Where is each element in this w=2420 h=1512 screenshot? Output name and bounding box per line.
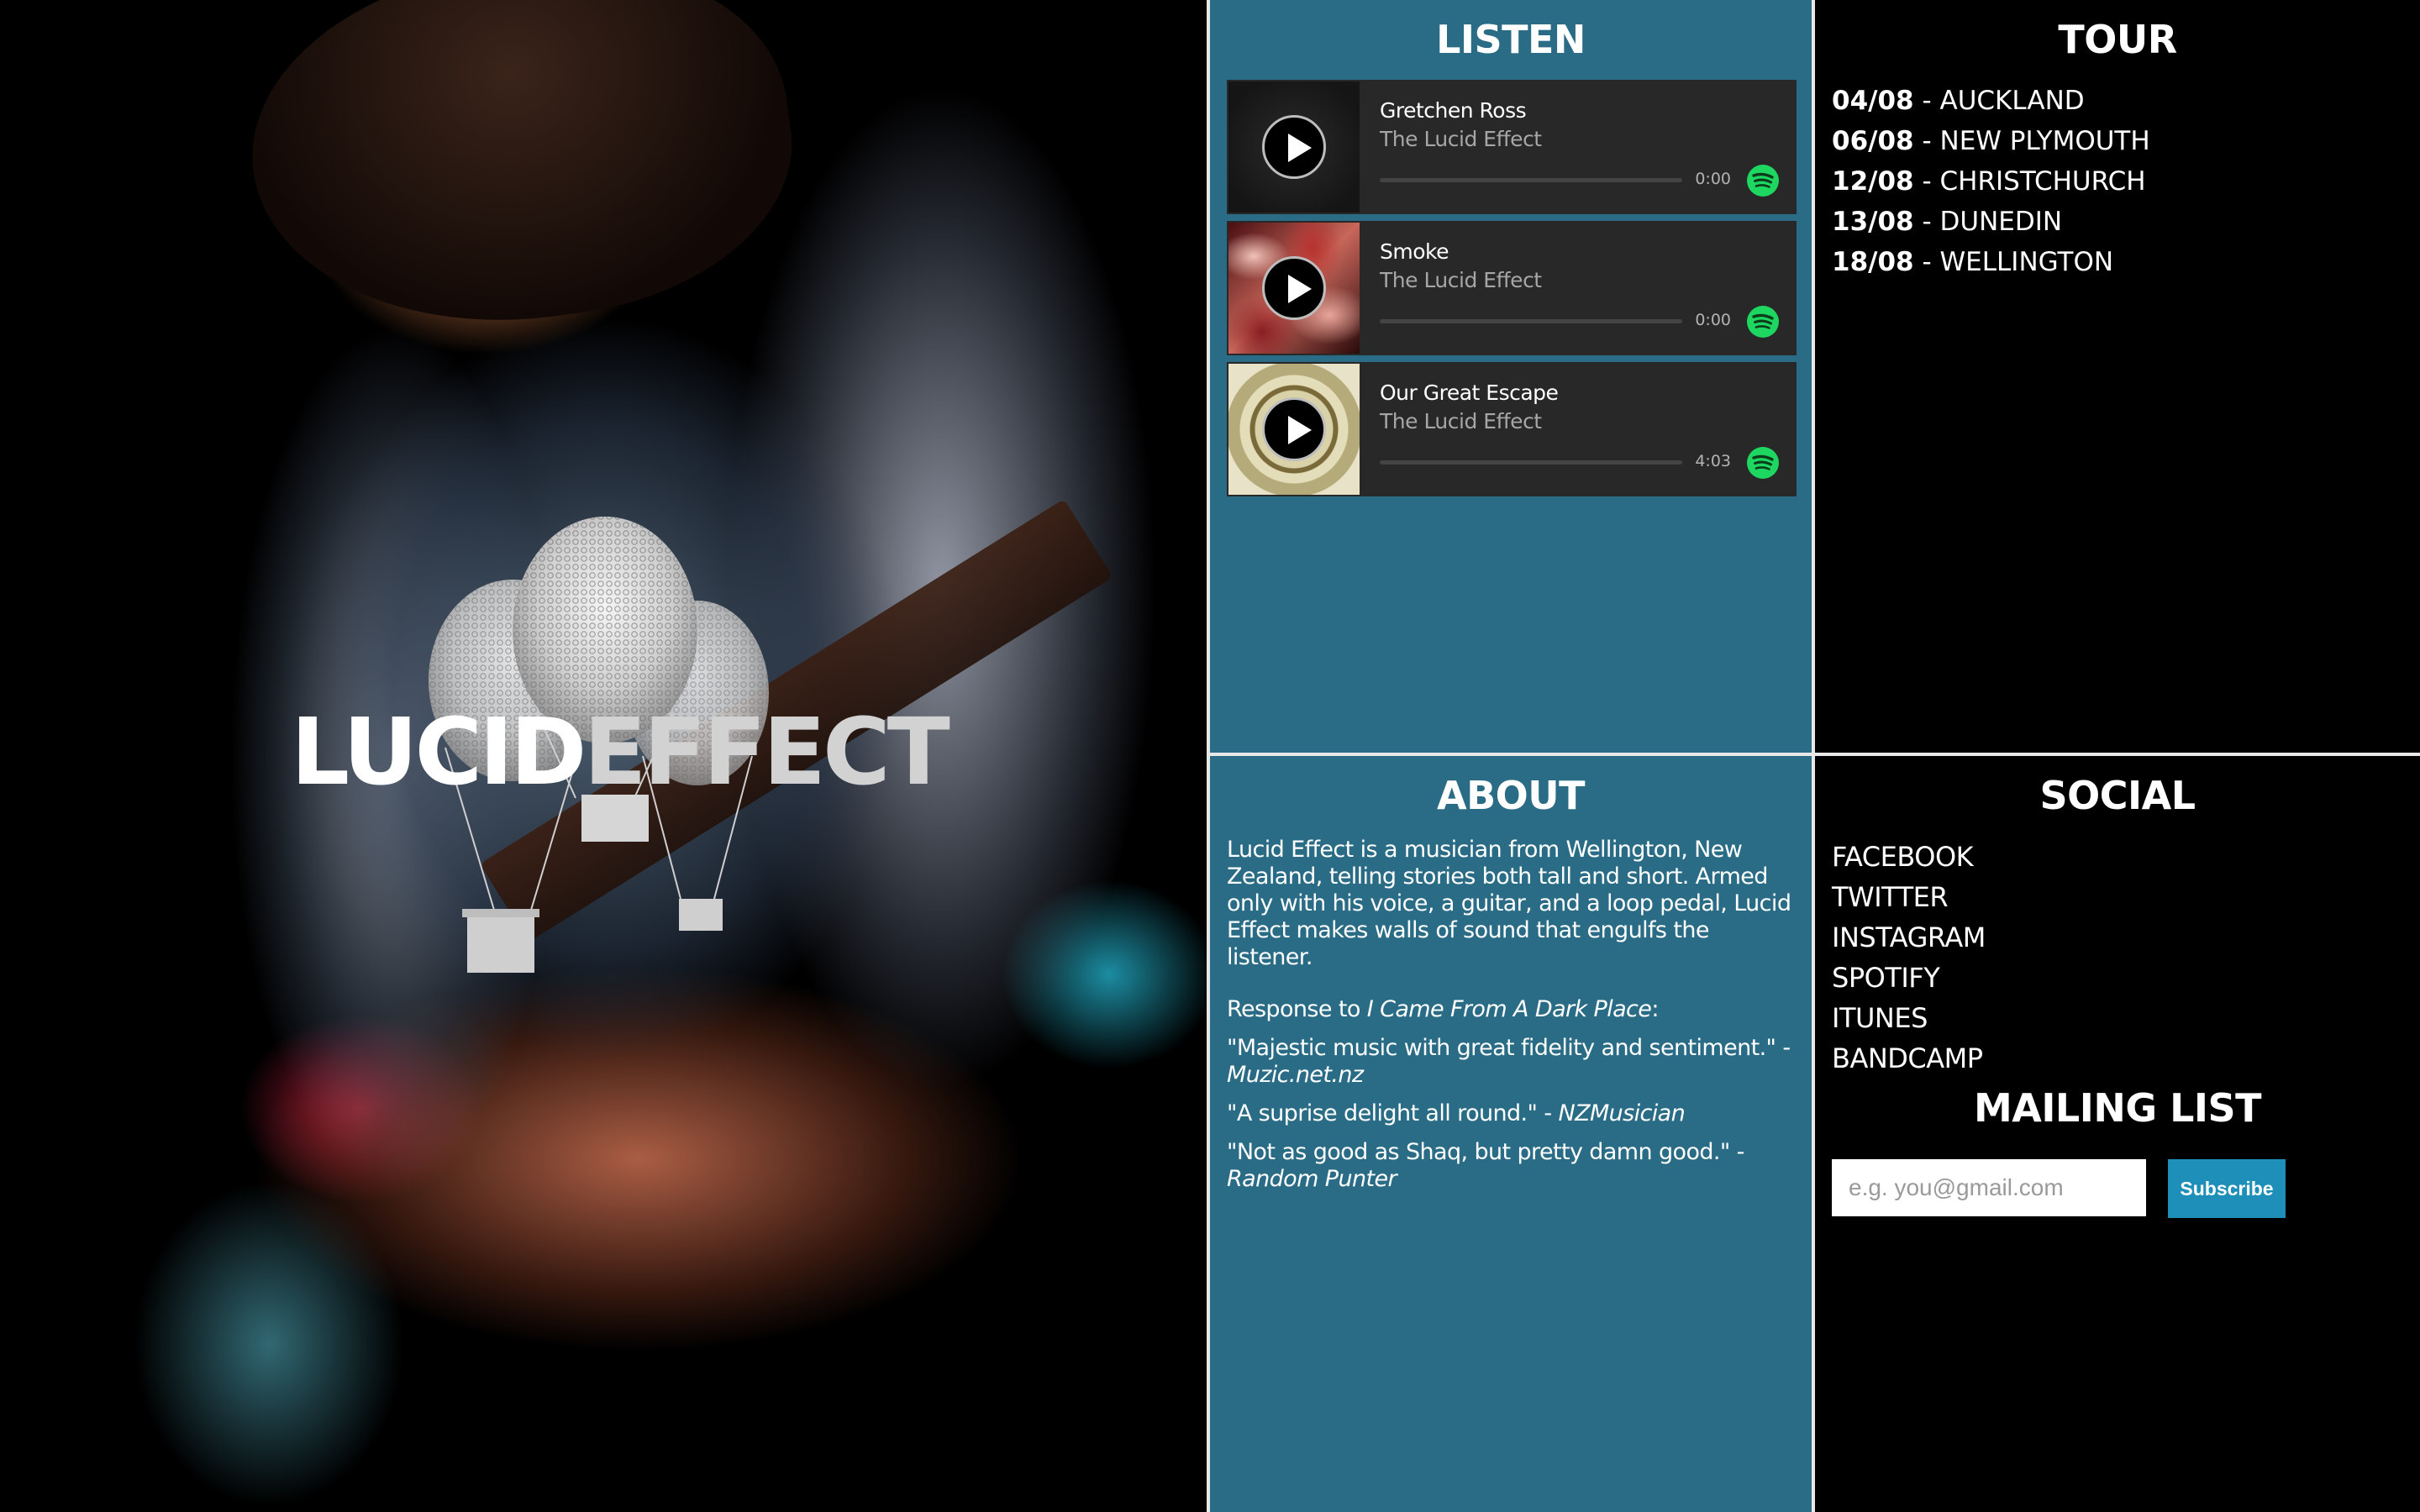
track-artist: The Lucid Effect (1380, 127, 1542, 151)
tour-city: WELLINGTON (1939, 247, 2114, 277)
quote-source: NZMusician (1558, 1100, 1686, 1126)
play-button[interactable] (1262, 256, 1326, 320)
track-time: 0:00 (1695, 311, 1731, 329)
tour-separator: - (1913, 166, 1940, 197)
tour-separator: - (1913, 247, 1940, 277)
tour-separator: - (1913, 207, 1940, 237)
quote-source: Random Punter (1227, 1166, 1397, 1192)
hero-photo-hair (229, 0, 813, 355)
progress-bar[interactable] (1380, 178, 1682, 182)
tour-city: AUCKLAND (1939, 86, 2085, 116)
review-quote: "A suprise delight all round." - NZMusic… (1227, 1100, 1798, 1127)
track-name: Our Great Escape (1380, 381, 1559, 405)
social-link-itunes[interactable]: ITUNES (1832, 998, 1986, 1038)
social-panel: SOCIAL FACEBOOK TWITTER INSTAGRAM SPOTIF… (1815, 756, 2420, 1512)
logo-effect-text: EFFECT (583, 698, 950, 806)
tour-item: 06/08 - NEW PLYMOUTH (1832, 121, 2150, 161)
about-panel: ABOUT Lucid Effect is a musician from We… (1210, 756, 1812, 1512)
spotify-icon[interactable] (1746, 164, 1780, 197)
listen-title: LISTEN (1436, 17, 1586, 62)
track-name: Gretchen Ross (1380, 98, 1527, 123)
play-button[interactable] (1262, 397, 1326, 461)
panel-divider (1210, 753, 2420, 756)
page: LUCIDEFFECT LISTEN Gretchen Ross The Luc… (0, 0, 2420, 1512)
tour-list: 04/08 - AUCKLAND 06/08 - NEW PLYMOUTH 12… (1832, 81, 2150, 282)
tour-city: NEW PLYMOUTH (1939, 126, 2150, 156)
review-quote: "Majestic music with great fidelity and … (1227, 1035, 1798, 1089)
social-links: FACEBOOK TWITTER INSTAGRAM SPOTIFY ITUNE… (1832, 837, 1986, 1079)
about-body: Lucid Effect is a musician from Wellingt… (1227, 837, 1798, 1205)
tour-date: 04/08 (1832, 86, 1914, 116)
social-link-twitter[interactable]: TWITTER (1832, 877, 1986, 917)
subscribe-button[interactable]: Subscribe (2168, 1159, 2286, 1218)
track-list: Gretchen Ross The Lucid Effect 0:00 Smok… (1227, 80, 1797, 503)
response-prefix: Response to (1227, 996, 1367, 1022)
logo-lucid-text: LUCID (291, 698, 587, 806)
tour-date: 13/08 (1832, 207, 1914, 237)
track-player: Our Great Escape The Lucid Effect 4:03 (1227, 362, 1797, 496)
tour-separator: - (1913, 86, 1940, 116)
site-logo[interactable]: LUCIDEFFECT (291, 706, 950, 798)
track-time: 0:00 (1695, 170, 1731, 188)
response-album: I Came From A Dark Place (1366, 996, 1652, 1022)
email-field[interactable] (1832, 1159, 2146, 1216)
track-name: Smoke (1380, 239, 1449, 264)
social-link-instagram[interactable]: INSTAGRAM (1832, 917, 1986, 958)
social-link-facebook[interactable]: FACEBOOK (1832, 837, 1986, 877)
progress-bar[interactable] (1380, 460, 1682, 465)
about-response-line: Response to I Came From A Dark Place: (1227, 996, 1798, 1023)
social-title: SOCIAL (2039, 773, 2196, 818)
progress-bar[interactable] (1380, 319, 1682, 323)
tour-item: 18/08 - WELLINGTON (1832, 242, 2150, 282)
tour-panel: TOUR 04/08 - AUCKLAND 06/08 - NEW PLYMOU… (1815, 0, 2420, 753)
quote-text: "Not as good as Shaq, but pretty damn go… (1227, 1139, 1744, 1165)
track-artist: The Lucid Effect (1380, 409, 1542, 433)
tour-date: 18/08 (1832, 247, 1914, 277)
social-link-bandcamp[interactable]: BANDCAMP (1832, 1038, 1986, 1079)
tour-item: 13/08 - DUNEDIN (1832, 202, 2150, 242)
tour-title: TOUR (2058, 17, 2177, 62)
quote-text: "Majestic music with great fidelity and … (1227, 1035, 1791, 1061)
spotify-icon[interactable] (1746, 305, 1780, 339)
tour-item: 12/08 - CHRISTCHURCH (1832, 161, 2150, 202)
hero-photo: LUCIDEFFECT (0, 0, 1207, 1512)
panel-divider (1207, 0, 1210, 1512)
spotify-icon[interactable] (1746, 446, 1780, 480)
review-quote: "Not as good as Shaq, but pretty damn go… (1227, 1139, 1798, 1193)
about-intro: Lucid Effect is a musician from Wellingt… (1227, 837, 1791, 970)
track-artist: The Lucid Effect (1380, 268, 1542, 292)
track-player: Smoke The Lucid Effect 0:00 (1227, 221, 1797, 355)
quote-source: Muzic.net.nz (1227, 1062, 1364, 1088)
response-suffix: : (1651, 996, 1659, 1022)
mailing-list-title: MAILING LIST (1973, 1085, 2262, 1131)
about-title: ABOUT (1437, 773, 1586, 818)
tour-city: DUNEDIN (1939, 207, 2063, 237)
tour-separator: - (1913, 126, 1940, 156)
quote-text: "A suprise delight all round." - (1227, 1100, 1559, 1126)
tour-date: 06/08 (1832, 126, 1914, 156)
panel-divider (1812, 0, 1815, 1512)
tour-city: CHRISTCHURCH (1939, 166, 2146, 197)
track-player: Gretchen Ross The Lucid Effect 0:00 (1227, 80, 1797, 214)
play-button[interactable] (1262, 115, 1326, 179)
tour-date: 12/08 (1832, 166, 1914, 197)
social-link-spotify[interactable]: SPOTIFY (1832, 958, 1986, 998)
track-time: 4:03 (1695, 452, 1731, 470)
listen-panel: LISTEN Gretchen Ross The Lucid Effect 0:… (1210, 0, 1812, 753)
tour-item: 04/08 - AUCKLAND (1832, 81, 2150, 121)
